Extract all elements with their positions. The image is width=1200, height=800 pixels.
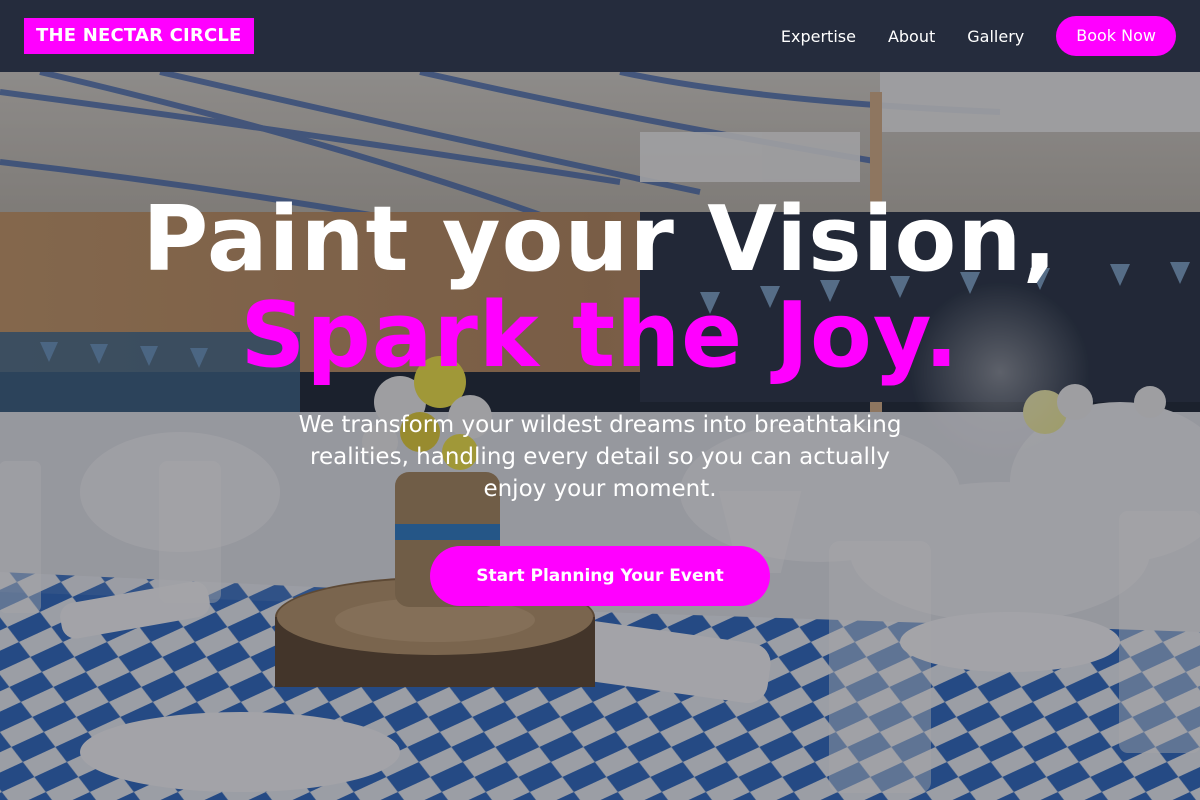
nav-link-about[interactable]: About xyxy=(888,27,935,46)
headline-accent: Spark the Joy. xyxy=(240,283,960,388)
nav-menu: Expertise About Gallery Book Now xyxy=(781,16,1176,56)
headline-primary: Paint your Vision, xyxy=(142,187,1058,292)
hero-content: Paint your Vision, Spark the Joy. We tra… xyxy=(0,72,1200,800)
hero-description: We transform your wildest dreams into br… xyxy=(298,412,902,502)
nav-link-gallery[interactable]: Gallery xyxy=(967,27,1024,46)
nav-link-expertise[interactable]: Expertise xyxy=(781,27,856,46)
top-nav: THE NECTAR CIRCLE Expertise About Galler… xyxy=(0,0,1200,72)
brand-logo[interactable]: THE NECTAR CIRCLE xyxy=(24,18,254,54)
book-now-button[interactable]: Book Now xyxy=(1056,16,1176,56)
start-planning-button[interactable]: Start Planning Your Event xyxy=(430,546,770,606)
hero-section: Paint your Vision, Spark the Joy. We tra… xyxy=(0,72,1200,800)
